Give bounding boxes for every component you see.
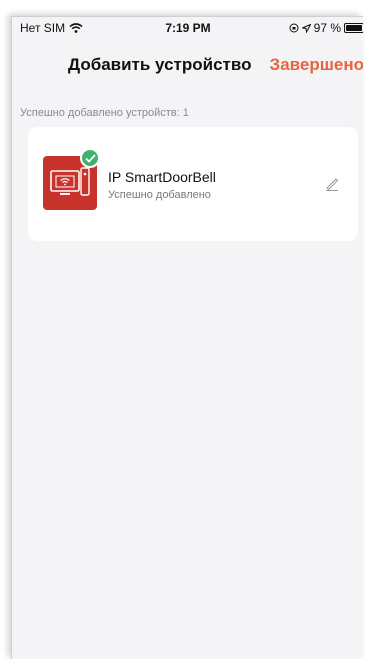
edit-pencil-icon[interactable] xyxy=(325,177,339,191)
orientation-lock-icon xyxy=(289,23,299,33)
added-count-label: Успешно добавлено устройств: 1 xyxy=(20,107,189,119)
location-arrow-icon xyxy=(301,23,311,33)
phone-screen: Нет SIM 7:19 PM 97 % Добавить устройство… xyxy=(11,16,363,659)
status-right-group: 97 % xyxy=(289,21,363,35)
device-name: IP SmartDoorBell xyxy=(108,169,216,185)
battery-fill xyxy=(346,25,362,31)
success-check-icon xyxy=(80,148,100,168)
device-status: Успешно добавлено xyxy=(108,189,211,201)
done-button[interactable]: Завершено xyxy=(270,55,363,75)
device-card[interactable]: IP SmartDoorBell Успешно добавлено xyxy=(28,127,358,241)
status-bar: Нет SIM 7:19 PM 97 % xyxy=(12,17,363,37)
battery-percent: 97 % xyxy=(313,21,341,35)
app-frame: Нет SIM 7:19 PM 97 % Добавить устройство… xyxy=(0,0,368,659)
battery-icon xyxy=(344,23,363,33)
page-title: Добавить устройство xyxy=(68,55,252,74)
nav-header: Добавить устройство Завершено xyxy=(12,51,363,81)
